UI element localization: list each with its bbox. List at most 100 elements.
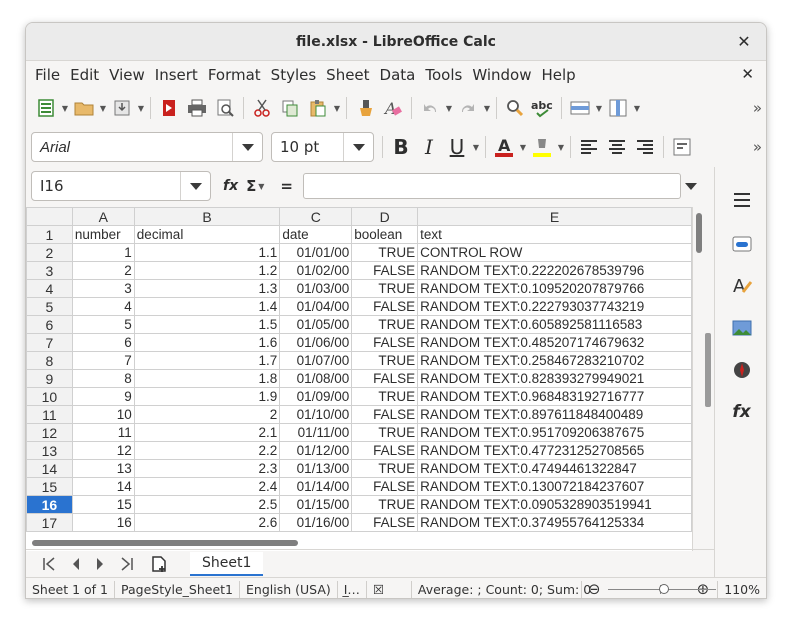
save-icon[interactable] (108, 94, 136, 122)
cell[interactable]: TRUE (351, 243, 419, 262)
cell[interactable]: 01/06/00 (279, 333, 353, 352)
row-header[interactable]: 12 (26, 423, 73, 442)
menu-file[interactable]: File (30, 66, 65, 84)
spelling-icon[interactable]: abc (529, 94, 557, 122)
cell[interactable]: FALSE (351, 477, 419, 496)
zoom-knob[interactable] (658, 583, 669, 594)
cell[interactable]: 1.4 (133, 297, 281, 316)
vertical-scroll-thumb[interactable] (696, 213, 702, 253)
cell[interactable]: decimal (133, 225, 281, 244)
font-name-combo[interactable]: Arial (31, 132, 263, 162)
align-left-icon[interactable] (575, 133, 603, 161)
undo-icon[interactable] (416, 94, 444, 122)
cell[interactable]: RANDOM TEXT:0.968483192716777 (417, 387, 692, 406)
vertical-scrollbar[interactable] (692, 207, 704, 551)
row-header[interactable]: 15 (26, 477, 73, 496)
zoom-level[interactable]: 110% (717, 580, 766, 598)
cut-icon[interactable] (248, 94, 276, 122)
cell[interactable]: 1.5 (133, 315, 281, 334)
cell[interactable]: FALSE (351, 441, 419, 460)
formula-expand-icon[interactable] (684, 179, 697, 194)
open-folder-icon[interactable] (70, 94, 98, 122)
cell[interactable]: 15 (71, 495, 135, 514)
menu-view[interactable]: View (104, 66, 150, 84)
cell[interactable]: 2 (133, 405, 281, 424)
name-box[interactable]: I16 (31, 171, 211, 201)
cell[interactable]: 01/16/00 (279, 513, 353, 532)
horizontal-scrollbar[interactable] (26, 535, 692, 549)
cell[interactable]: 4 (71, 297, 135, 316)
wrap-text-icon[interactable] (668, 133, 696, 161)
functions-icon[interactable]: fx (727, 397, 757, 427)
cell[interactable]: date (279, 225, 353, 244)
print-icon[interactable] (183, 94, 211, 122)
row-icon[interactable] (566, 94, 594, 122)
cell[interactable]: 01/11/00 (279, 423, 353, 442)
cell[interactable]: 3 (71, 279, 135, 298)
sidebar-collapse-handle[interactable] (705, 333, 711, 407)
cell[interactable]: 1.6 (133, 333, 281, 352)
cell[interactable]: boolean (351, 225, 419, 244)
cell[interactable]: 01/01/00 (279, 243, 353, 262)
navigator-icon[interactable] (727, 355, 757, 385)
row-header[interactable]: 3 (26, 261, 73, 280)
row-header[interactable]: 14 (26, 459, 73, 478)
cell[interactable]: 5 (71, 315, 135, 334)
zoom-out-icon[interactable]: ⊖ (586, 580, 603, 598)
row-header[interactable]: 17 (26, 513, 73, 532)
row-header[interactable]: 4 (26, 279, 73, 298)
cell[interactable]: text (417, 225, 692, 244)
cell[interactable]: FALSE (351, 297, 419, 316)
font-size-value[interactable]: 10 pt (272, 138, 343, 156)
properties-icon[interactable] (727, 229, 757, 259)
cell[interactable]: RANDOM TEXT:0.109520207879766 (417, 279, 692, 298)
paste-icon[interactable] (304, 94, 332, 122)
name-box-value[interactable]: I16 (32, 177, 180, 195)
cell[interactable]: TRUE (351, 423, 419, 442)
save-dropdown-icon[interactable]: ▼ (136, 94, 146, 122)
column-header-e[interactable]: E (417, 207, 692, 226)
cell[interactable]: 01/12/00 (279, 441, 353, 460)
menu-format[interactable]: Format (203, 66, 266, 84)
redo-icon[interactable] (454, 94, 482, 122)
sum-dropdown-icon[interactable]: ▼ (256, 172, 266, 200)
highlight-dropdown-icon[interactable]: ▼ (556, 133, 566, 161)
undo-dropdown-icon[interactable]: ▼ (444, 94, 454, 122)
cell[interactable]: 13 (71, 459, 135, 478)
cell[interactable]: 11 (71, 423, 135, 442)
cell[interactable]: RANDOM TEXT:0.374955764125334 (417, 513, 692, 532)
cell[interactable]: 01/03/00 (279, 279, 353, 298)
cell[interactable]: 1.1 (133, 243, 281, 262)
name-box-dropdown-icon[interactable] (180, 172, 210, 200)
print-preview-icon[interactable] (211, 94, 239, 122)
row-header[interactable]: 10 (26, 387, 73, 406)
sheet-tab-sheet1[interactable]: Sheet1 (190, 551, 264, 576)
row-dropdown-icon[interactable]: ▼ (594, 94, 604, 122)
cell[interactable]: 1.9 (133, 387, 281, 406)
row-header[interactable]: 11 (26, 405, 73, 424)
cell[interactable]: TRUE (351, 315, 419, 334)
export-pdf-icon[interactable] (155, 94, 183, 122)
cell[interactable]: 2 (71, 261, 135, 280)
cell[interactable]: 01/08/00 (279, 369, 353, 388)
cell[interactable]: 16 (71, 513, 135, 532)
cell[interactable]: TRUE (351, 351, 419, 370)
menu-edit[interactable]: Edit (65, 66, 104, 84)
clear-formatting-icon[interactable]: A (379, 94, 407, 122)
cell[interactable]: CONTROL ROW (417, 243, 692, 262)
copy-icon[interactable] (276, 94, 304, 122)
cell[interactable]: FALSE (351, 261, 419, 280)
cell[interactable]: RANDOM TEXT:0.130072184237607 (417, 477, 692, 496)
document-close-icon[interactable]: ✕ (741, 65, 754, 83)
styles-icon[interactable]: A (727, 271, 757, 301)
row-header[interactable]: 13 (26, 441, 73, 460)
font-size-combo[interactable]: 10 pt (271, 132, 374, 162)
cell[interactable]: 01/10/00 (279, 405, 353, 424)
column-header-a[interactable]: A (71, 207, 135, 226)
cell[interactable]: 2.4 (133, 477, 281, 496)
signature-status-icon[interactable]: ☒ (367, 580, 412, 598)
add-sheet-icon[interactable] (146, 552, 172, 576)
gallery-icon[interactable] (727, 313, 757, 343)
menu-sheet[interactable]: Sheet (321, 66, 374, 84)
zoom-slider[interactable] (608, 581, 717, 598)
